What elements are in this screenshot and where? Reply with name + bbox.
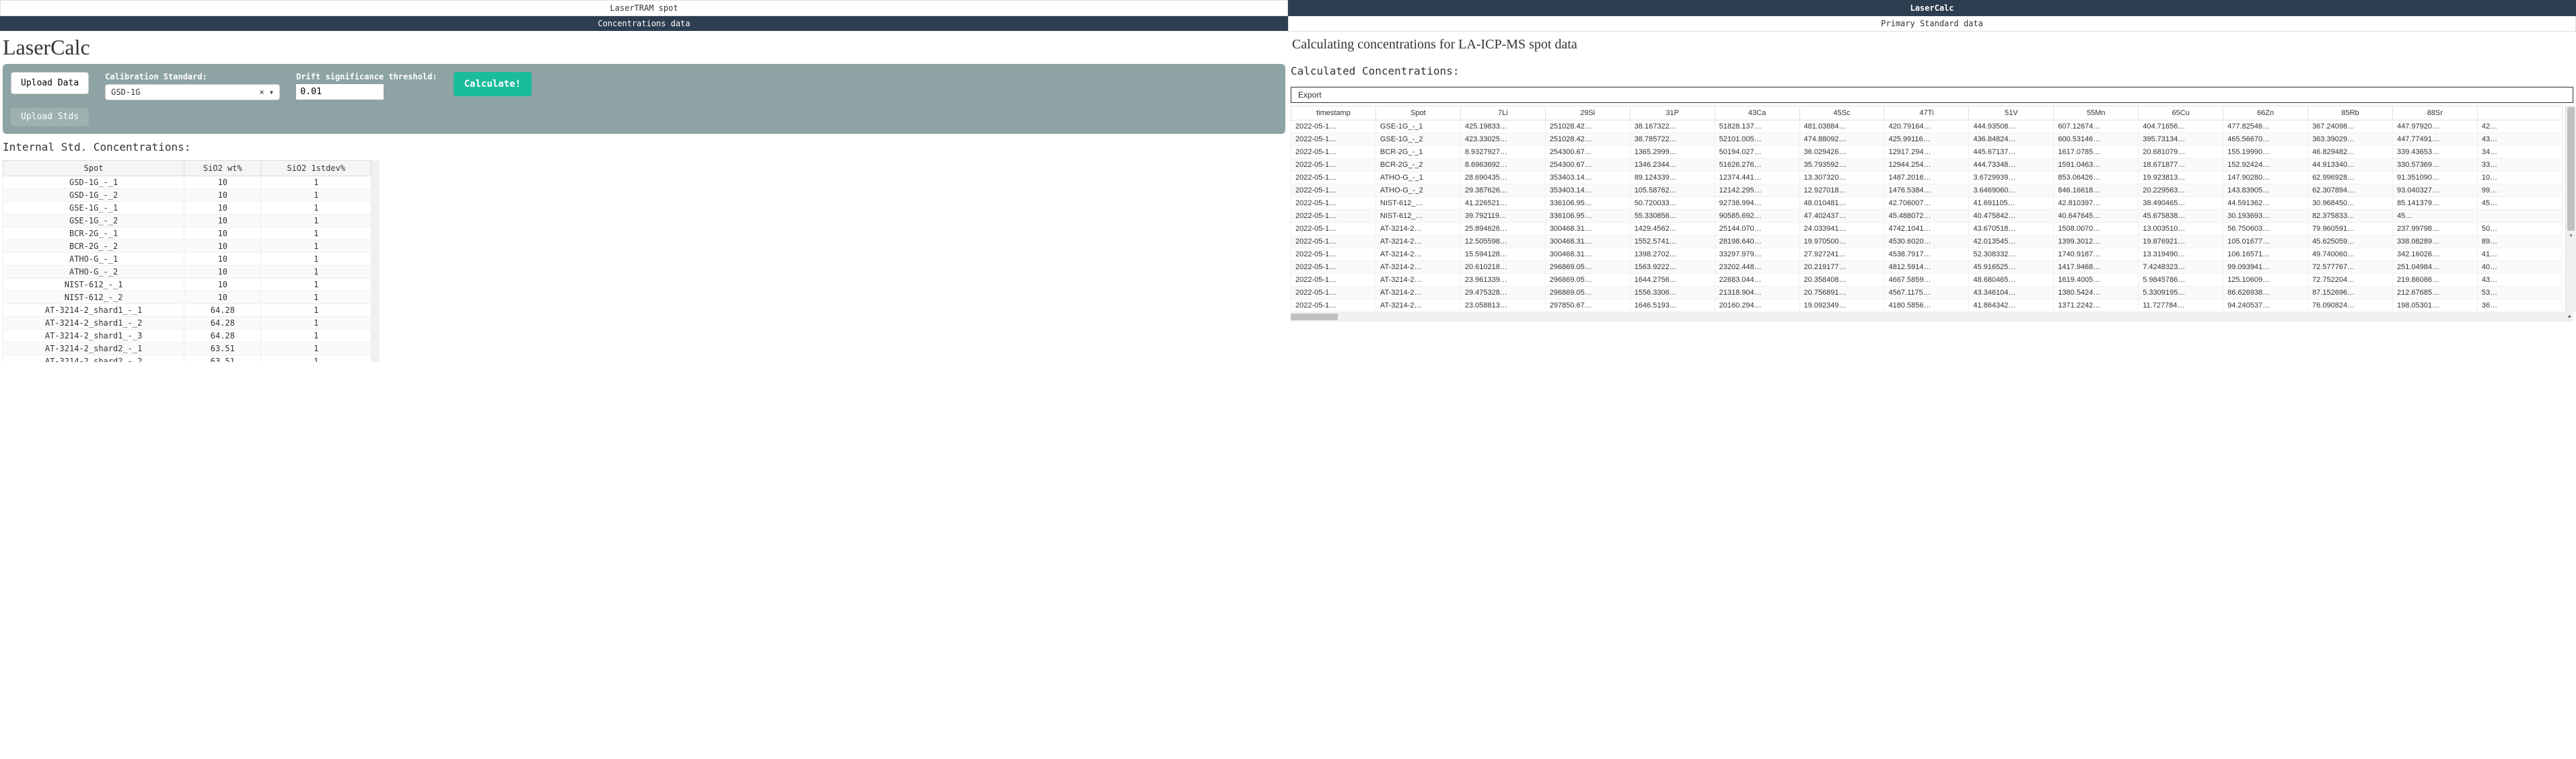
table-row[interactable]: BCR-2G_-_2101 [3, 240, 371, 253]
left-band: Concentrations data [0, 16, 1288, 31]
column-header: SiO2 1stdev% [261, 161, 371, 176]
right-topbar: LaserCalc [1288, 0, 2576, 16]
right-panel: LaserCalc Primary Standard data Calculat… [1288, 0, 2576, 362]
results-horizontal-scrollbar[interactable]: ▸ [1291, 312, 2573, 322]
table-row[interactable]: NIST-612_-_2101 [3, 291, 371, 304]
controls-panel: Upload Data Upload Stds Calibration Stan… [3, 64, 1285, 134]
table-row[interactable]: 2022-05-1…AT-3214-2…20.610218…296869.05…… [1291, 261, 2563, 274]
column-header[interactable]: Spot [1375, 106, 1460, 120]
calibration-label: Calibration Standard: [105, 72, 280, 81]
column-header[interactable]: 31P [1630, 106, 1715, 120]
column-header[interactable]: 65Cu [2139, 106, 2223, 120]
table-row[interactable]: GSE-1G_-_1101 [3, 202, 371, 215]
table-row[interactable]: ATHO-G_-_2101 [3, 266, 371, 279]
table-row[interactable]: 2022-05-1…AT-3214-2…23.058813…297850.67…… [1291, 299, 2563, 312]
right-title: Calculating concentrations for LA-ICP-MS… [1288, 32, 2576, 58]
select-caret: × ▾ [259, 87, 274, 97]
column-header[interactable]: 47Ti [1884, 106, 1969, 120]
results-table: timestampSpot7Li29Si31P43Ca45Sc47Ti51V55… [1291, 106, 2563, 312]
table-row[interactable]: AT-3214-2_shard2_-_263.511 [3, 355, 371, 363]
calibration-value: GSD-1G [111, 87, 140, 97]
table-row[interactable]: AT-3214-2_shard1_-_264.281 [3, 317, 371, 330]
internal-std-title: Internal Std. Concentrations: [0, 134, 1288, 160]
column-header[interactable]: 45Sc [1799, 106, 1884, 120]
right-band: Primary Standard data [1288, 16, 2576, 32]
table-row[interactable]: GSD-1G_-_1101 [3, 176, 371, 189]
table-row[interactable]: BCR-2G_-_1101 [3, 227, 371, 240]
column-header[interactable]: 43Ca [1715, 106, 1799, 120]
app-title: LaserCalc [0, 31, 1288, 64]
drift-label: Drift significance threshold: [296, 72, 437, 81]
table-row[interactable]: 2022-05-1…NIST-612_…39.792119…336106.95…… [1291, 210, 2563, 223]
calc-conc-title: Calculated Concentrations: [1288, 58, 2576, 84]
calibration-select[interactable]: GSD-1G × ▾ [105, 84, 280, 100]
column-header[interactable]: 7Li [1460, 106, 1545, 120]
table-row[interactable]: 2022-05-1…GSE-1G_-_1425.19833…251028.42…… [1291, 120, 2563, 133]
calculate-button[interactable]: Calculate! [454, 72, 532, 96]
table-row[interactable]: 2022-05-1…BCR-2G_-_18.9327927…254300.67…… [1291, 146, 2563, 159]
column-header: SiO2 wt% [184, 161, 261, 176]
table-row[interactable]: NIST-612_-_1101 [3, 279, 371, 291]
column-header[interactable]: 51V [1969, 106, 2054, 120]
table-row[interactable]: 2022-05-1…NIST-612_…41.226521…336106.95…… [1291, 197, 2563, 210]
column-header[interactable]: 88Sr [2392, 106, 2477, 120]
table-row[interactable]: 2022-05-1…AT-3214-2…15.594128…300468.31…… [1291, 248, 2563, 261]
column-header: Spot [3, 161, 184, 176]
table-row[interactable]: 2022-05-1…AT-3214-2…25.894626…300468.31…… [1291, 223, 2563, 236]
internal-std-table-wrap: SpotSiO2 wt%SiO2 1stdev% GSD-1G_-_1101GS… [3, 160, 380, 362]
internal-std-table: SpotSiO2 wt%SiO2 1stdev% GSD-1G_-_1101GS… [3, 160, 371, 362]
table-row[interactable]: 2022-05-1…AT-3214-2…23.961339…296869.05…… [1291, 274, 2563, 287]
upload-stds-button[interactable]: Upload Stds [11, 108, 89, 126]
table-row[interactable]: 2022-05-1…AT-3214-2…29.475328…296869.05…… [1291, 287, 2563, 299]
results-vertical-scrollbar[interactable]: ▾ [2565, 106, 2576, 312]
table-row[interactable]: AT-3214-2_shard2_-_163.511 [3, 342, 371, 355]
table-row[interactable]: ATHO-G_-_1101 [3, 253, 371, 266]
table-row[interactable]: AT-3214-2_shard1_-_164.281 [3, 304, 371, 317]
left-panel: LaserTRAM spot Concentrations data Laser… [0, 0, 1288, 362]
upload-data-button[interactable]: Upload Data [11, 72, 89, 94]
column-header[interactable]: 29Si [1545, 106, 1630, 120]
left-topbar: LaserTRAM spot [0, 0, 1288, 16]
table-row[interactable]: 2022-05-1…AT-3214-2…12.505598…300468.31…… [1291, 236, 2563, 248]
table-row[interactable]: 2022-05-1…GSE-1G_-_2423.33025…251028.42…… [1291, 133, 2563, 146]
table-row[interactable]: AT-3214-2_shard1_-_364.281 [3, 330, 371, 342]
results-table-wrap: timestampSpot7Li29Si31P43Ca45Sc47Ti51V55… [1291, 106, 2563, 312]
column-header[interactable]: 85Rb [2308, 106, 2393, 120]
table-row[interactable]: 2022-05-1…BCR-2G_-_28.6963692…254300.67…… [1291, 159, 2563, 172]
export-button[interactable]: Export [1291, 87, 2573, 103]
table-row[interactable]: 2022-05-1…ATHO-G_-_229.387626…353403.14…… [1291, 184, 2563, 197]
column-header[interactable]: 55Mn [2054, 106, 2139, 120]
table-row[interactable]: 2022-05-1…ATHO-G_-_128.690435…353403.14…… [1291, 172, 2563, 184]
table-row[interactable]: GSE-1G_-_2101 [3, 215, 371, 227]
column-header[interactable]: timestamp [1291, 106, 1376, 120]
drift-input[interactable] [296, 84, 384, 100]
column-header[interactable]: 66Zn [2223, 106, 2308, 120]
table-row[interactable]: GSD-1G_-_2101 [3, 189, 371, 202]
